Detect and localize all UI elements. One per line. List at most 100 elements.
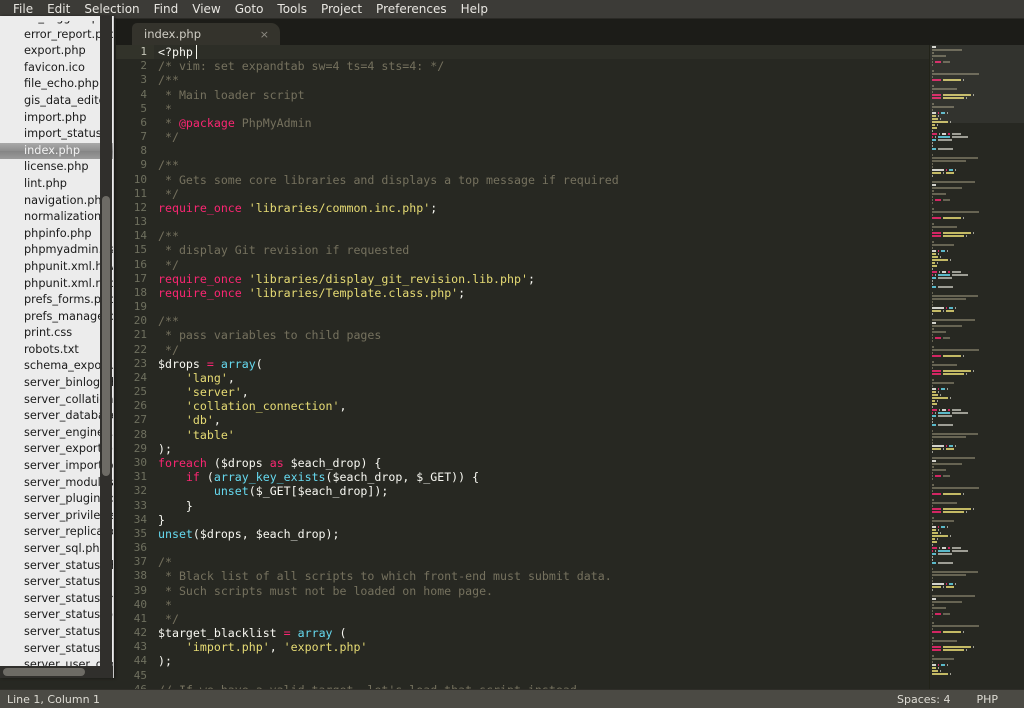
code-line[interactable]: $drops = array( <box>154 357 929 371</box>
code-line[interactable]: /* vim: set expandtab sw=4 ts=4 sts=4: *… <box>154 59 929 73</box>
code-line[interactable] <box>154 215 929 229</box>
code-line[interactable]: 'collation_connection', <box>154 399 929 413</box>
code-line[interactable]: <?php <box>154 45 929 59</box>
code-content[interactable]: <?php/* vim: set expandtab sw=4 ts=4 sts… <box>154 45 929 689</box>
status-indentation[interactable]: Spaces: 4 <box>897 693 976 706</box>
code-line[interactable]: ); <box>154 442 929 456</box>
sidebar-item[interactable]: server_collations.php <box>0 392 114 409</box>
sidebar-item[interactable]: phpmyadmin.css.php <box>0 242 114 259</box>
sidebar-item[interactable]: server_plugins.php <box>0 491 114 508</box>
code-line[interactable]: */ <box>154 612 929 626</box>
sidebar-item[interactable]: print.css <box>0 325 114 342</box>
menu-item-preferences[interactable]: Preferences <box>369 0 454 18</box>
code-line[interactable]: /** <box>154 73 929 87</box>
code-line[interactable]: if (array_key_exists($each_drop, $_GET))… <box>154 470 929 484</box>
code-line[interactable]: 'import.php', 'export.php' <box>154 640 929 654</box>
sidebar-item[interactable]: server_binlog.php <box>0 375 114 392</box>
code-line[interactable]: * pass variables to child pages <box>154 328 929 342</box>
sidebar-item[interactable]: error_report.php <box>0 27 114 44</box>
code-line[interactable]: 'lang', <box>154 371 929 385</box>
code-line[interactable]: * <box>154 102 929 116</box>
sidebar-item[interactable]: prefs_forms.php <box>0 292 114 309</box>
sidebar-item[interactable]: file_echo.php <box>0 76 114 93</box>
sidebar-item[interactable]: server_export.php <box>0 441 114 458</box>
sidebar-item[interactable]: server_sql.php <box>0 541 114 558</box>
sidebar-vertical-scroll-thumb[interactable] <box>102 196 110 476</box>
sidebar-item[interactable]: prefs_manage.php <box>0 309 114 326</box>
code-line[interactable]: * @package PhpMyAdmin <box>154 116 929 130</box>
sidebar-item[interactable]: server_status_variables.php <box>0 641 114 658</box>
sidebar-item[interactable]: server_status.php <box>0 558 114 575</box>
code-line[interactable]: 'table' <box>154 428 929 442</box>
sidebar-item[interactable]: server_engines.php <box>0 425 114 442</box>
minimap[interactable] <box>929 45 1024 689</box>
sidebar-item[interactable]: server_import.php <box>0 458 114 475</box>
sidebar-horizontal-scrollbar[interactable] <box>0 666 114 678</box>
code-line[interactable]: $target_blacklist = array ( <box>154 626 929 640</box>
code-line[interactable]: * Such scripts must not be loaded on hom… <box>154 584 929 598</box>
code-line[interactable]: * Gets some core libraries and displays … <box>154 173 929 187</box>
menu-item-view[interactable]: View <box>185 0 227 18</box>
sidebar-item[interactable]: export.php <box>0 43 114 60</box>
code-line[interactable]: 'server', <box>154 385 929 399</box>
sidebar-item[interactable]: lint.php <box>0 176 114 193</box>
code-line[interactable] <box>154 669 929 683</box>
minimap-viewport-indicator[interactable] <box>930 45 1024 123</box>
sidebar-item[interactable]: normalization.php <box>0 209 114 226</box>
sidebar-item[interactable]: server_status_processes.php <box>0 607 114 624</box>
menu-item-project[interactable]: Project <box>314 0 369 18</box>
sidebar-item[interactable]: server_status_monitor.php <box>0 591 114 608</box>
code-line[interactable]: * Black list of all scripts to which fro… <box>154 569 929 583</box>
menu-item-find[interactable]: Find <box>147 0 186 18</box>
code-line[interactable]: */ <box>154 187 929 201</box>
code-line[interactable] <box>154 144 929 158</box>
menu-item-goto[interactable]: Goto <box>228 0 271 18</box>
sidebar-item[interactable]: import.php <box>0 110 114 127</box>
status-cursor-position[interactable]: Line 1, Column 1 <box>0 693 897 706</box>
sidebar-item-selected[interactable]: index.php <box>0 143 114 160</box>
code-line[interactable]: require_once 'libraries/display_git_revi… <box>154 272 929 286</box>
code-line[interactable]: foreach ($drops as $each_drop) { <box>154 456 929 470</box>
sidebar-item[interactable]: robots.txt <box>0 342 114 359</box>
sidebar-item[interactable]: license.php <box>0 159 114 176</box>
code-line[interactable]: /* <box>154 555 929 569</box>
code-line[interactable]: * Main loader script <box>154 88 929 102</box>
code-line[interactable]: require_once 'libraries/Template.class.p… <box>154 286 929 300</box>
code-line[interactable]: require_once 'libraries/common.inc.php'; <box>154 201 929 215</box>
close-icon[interactable]: × <box>257 29 272 40</box>
code-line[interactable]: unset($_GET[$each_drop]); <box>154 484 929 498</box>
code-line[interactable]: */ <box>154 258 929 272</box>
sidebar-item[interactable]: phpinfo.php <box>0 226 114 243</box>
code-line[interactable]: unset($drops, $each_drop); <box>154 527 929 541</box>
sidebar-item[interactable]: navigation.php <box>0 193 114 210</box>
code-line[interactable]: } <box>154 513 929 527</box>
sidebar-horizontal-scroll-thumb[interactable] <box>3 668 85 676</box>
sidebar-item[interactable]: server_replication.php <box>0 524 114 541</box>
sidebar-item[interactable]: server_status_queries.php <box>0 624 114 641</box>
code-line[interactable]: * <box>154 598 929 612</box>
sidebar-item[interactable]: schema_export.php <box>0 358 114 375</box>
sidebar-item[interactable]: server_modules.php <box>0 475 114 492</box>
sidebar-item[interactable]: gis_data_editor.php <box>0 93 114 110</box>
sidebar-item[interactable]: server_privileges.php <box>0 508 114 525</box>
code-line[interactable]: * display Git revision if requested <box>154 243 929 257</box>
status-syntax[interactable]: PHP <box>976 693 1024 706</box>
code-line[interactable] <box>154 300 929 314</box>
sidebar-item[interactable]: server_status_advisor.php <box>0 574 114 591</box>
sidebar-item[interactable]: favicon.ico <box>0 60 114 77</box>
sidebar-file-list[interactable]: db_triggers.phperror_report.phpexport.ph… <box>0 16 114 678</box>
menu-item-help[interactable]: Help <box>454 0 495 18</box>
code-line[interactable]: */ <box>154 130 929 144</box>
code-line[interactable]: /** <box>154 229 929 243</box>
code-pane[interactable]: 1234567891011121314151617181920212223242… <box>116 45 929 689</box>
code-line[interactable] <box>154 541 929 555</box>
sidebar-item[interactable]: phpunit.xml.hhvm <box>0 259 114 276</box>
sidebar-vertical-scrollbar[interactable] <box>100 16 112 678</box>
code-line[interactable]: 'db', <box>154 413 929 427</box>
menu-item-tools[interactable]: Tools <box>270 0 314 18</box>
tab-index-php[interactable]: index.php× <box>132 23 280 45</box>
code-line[interactable]: } <box>154 499 929 513</box>
code-line[interactable]: ); <box>154 654 929 668</box>
sidebar-item[interactable]: import_status.php <box>0 126 114 143</box>
sidebar-item[interactable]: phpunit.xml.nocoverage <box>0 276 114 293</box>
